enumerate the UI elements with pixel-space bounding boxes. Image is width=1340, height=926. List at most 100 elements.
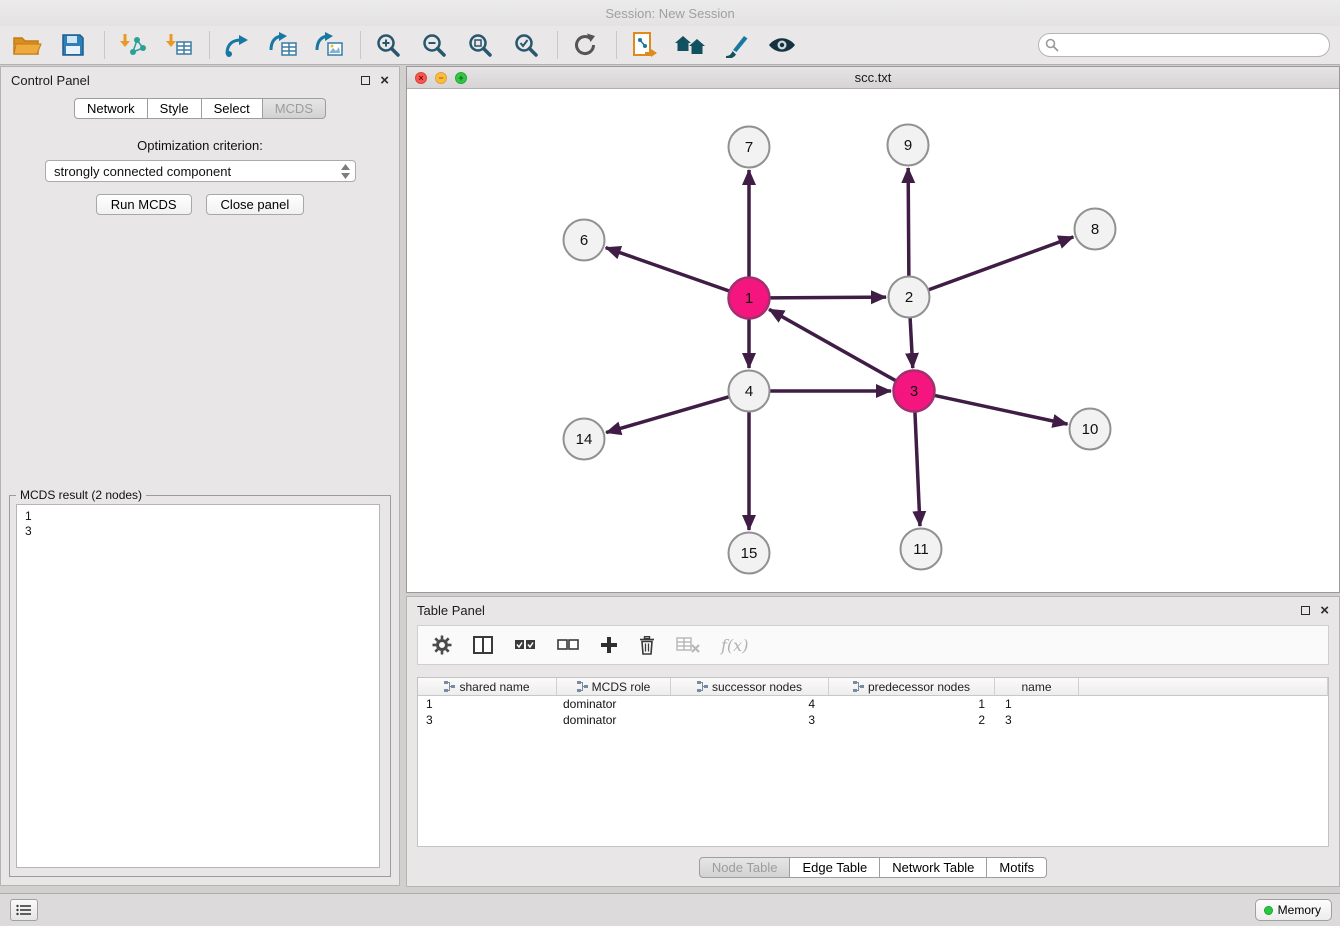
network-node[interactable]: 9: [888, 125, 929, 166]
main-toolbar: [0, 26, 1340, 65]
column-header-mcds-role[interactable]: MCDS role: [557, 678, 671, 696]
floppy-disk-icon: [61, 33, 85, 57]
network-node[interactable]: 4: [729, 371, 770, 412]
tab-mcds[interactable]: MCDS: [263, 98, 326, 119]
export-network-button[interactable]: [220, 28, 254, 62]
select-all-columns-button[interactable]: [514, 639, 536, 651]
column-header-shared-name[interactable]: shared name: [418, 678, 557, 696]
tab-style[interactable]: Style: [148, 98, 202, 119]
network-edge[interactable]: [929, 237, 1074, 290]
trash-icon: [639, 636, 655, 655]
create-column-button[interactable]: [600, 636, 618, 654]
network-node[interactable]: 14: [564, 419, 605, 460]
export-table-button[interactable]: [266, 28, 300, 62]
tab-network-table[interactable]: Network Table: [880, 857, 987, 878]
network-node[interactable]: 15: [729, 533, 770, 574]
optimization-criterion-dropdown[interactable]: strongly connected component: [45, 160, 356, 182]
network-node[interactable]: 11: [901, 529, 942, 570]
open-session-button[interactable]: [10, 28, 44, 62]
show-hide-view-button[interactable]: [765, 28, 799, 62]
tab-edge-table[interactable]: Edge Table: [790, 857, 880, 878]
network-edge[interactable]: [935, 395, 1068, 424]
tab-network[interactable]: Network: [74, 98, 148, 119]
style-button[interactable]: [719, 28, 753, 62]
open-network-in-browser-button[interactable]: [627, 28, 661, 62]
network-node[interactable]: 7: [729, 127, 770, 168]
network-node[interactable]: 10: [1070, 409, 1111, 450]
import-network-button[interactable]: [115, 28, 149, 62]
table-cell[interactable]: 1: [995, 696, 1079, 712]
save-session-button[interactable]: [56, 28, 90, 62]
dropdown-arrows-icon: [340, 163, 351, 183]
network-window-title: scc.txt: [855, 70, 892, 85]
network-graph[interactable]: 7 9 6 8 1 2 4 3 14 10 15 11: [407, 89, 1339, 592]
table-row[interactable]: 3dominator323: [418, 712, 1328, 728]
function-builder-button[interactable]: f(x): [721, 636, 748, 655]
network-edge[interactable]: [910, 318, 913, 368]
network-edge[interactable]: [606, 248, 729, 291]
export-image-icon: [314, 32, 344, 58]
search-box[interactable]: [1038, 33, 1330, 57]
home-button[interactable]: [673, 28, 707, 62]
tab-select[interactable]: Select: [202, 98, 263, 119]
column-header-label: MCDS role: [592, 680, 651, 694]
network-edge[interactable]: [908, 168, 909, 276]
zoom-in-button[interactable]: [371, 28, 405, 62]
deselect-all-columns-button[interactable]: [557, 639, 579, 651]
close-window-icon[interactable]: ×: [415, 72, 427, 84]
apply-layout-button[interactable]: [568, 28, 602, 62]
run-mcds-button[interactable]: Run MCDS: [96, 194, 192, 215]
tab-motifs[interactable]: Motifs: [987, 857, 1047, 878]
network-edge[interactable]: [769, 309, 896, 380]
network-node[interactable]: 8: [1075, 209, 1116, 250]
memory-button[interactable]: Memory: [1255, 899, 1332, 921]
network-node-label: 14: [576, 431, 593, 448]
network-node[interactable]: 1: [729, 278, 770, 319]
network-edge[interactable]: [606, 397, 729, 433]
network-node[interactable]: 6: [564, 220, 605, 261]
network-node[interactable]: 3: [894, 371, 935, 412]
network-canvas[interactable]: 7 9 6 8 1 2 4 3 14 10 15 11: [407, 89, 1339, 592]
network-window-titlebar[interactable]: × − + scc.txt: [407, 67, 1339, 89]
column-header-predecessor-nodes[interactable]: predecessor nodes: [829, 678, 995, 696]
export-image-button[interactable]: [312, 28, 346, 62]
zoom-fit-button[interactable]: [463, 28, 497, 62]
delete-table-button[interactable]: [676, 637, 700, 653]
table-cell[interactable]: dominator: [557, 712, 671, 728]
table-cell[interactable]: 4: [671, 696, 829, 712]
close-panel-button[interactable]: Close panel: [206, 194, 305, 215]
show-columns-button[interactable]: [473, 636, 493, 654]
network-edge[interactable]: [915, 412, 920, 526]
column-header-name[interactable]: name: [995, 678, 1079, 696]
table-settings-button[interactable]: [432, 635, 452, 655]
window-titlebar[interactable]: Session: New Session: [0, 0, 1340, 26]
mcds-result-list[interactable]: 1 3: [16, 504, 380, 868]
network-edge[interactable]: [770, 297, 886, 298]
column-header-successor-nodes[interactable]: successor nodes: [671, 678, 829, 696]
table-cell[interactable]: 3: [995, 712, 1079, 728]
table-cell[interactable]: 2: [829, 712, 995, 728]
float-panel-icon[interactable]: [1301, 606, 1310, 615]
network-node-label: 11: [913, 541, 929, 558]
tab-node-table[interactable]: Node Table: [699, 857, 791, 878]
float-panel-icon[interactable]: [361, 76, 370, 85]
zoom-out-button[interactable]: [417, 28, 451, 62]
network-node[interactable]: 2: [889, 277, 930, 318]
search-input[interactable]: [1038, 33, 1330, 57]
delete-column-button[interactable]: [639, 636, 655, 655]
table-row[interactable]: 1dominator411: [418, 696, 1328, 712]
close-panel-icon[interactable]: ×: [1320, 606, 1329, 615]
table-cell[interactable]: 3: [418, 712, 557, 728]
table-cell[interactable]: 3: [671, 712, 829, 728]
maximize-window-icon[interactable]: +: [455, 72, 467, 84]
task-history-button[interactable]: [10, 899, 38, 921]
table-cell[interactable]: 1: [418, 696, 557, 712]
table-cell[interactable]: 1: [829, 696, 995, 712]
table-cell[interactable]: dominator: [557, 696, 671, 712]
table-cell-filler: [1079, 712, 1328, 728]
column-header-label: shared name: [459, 680, 529, 694]
zoom-selected-button[interactable]: [509, 28, 543, 62]
close-panel-icon[interactable]: ×: [380, 76, 389, 85]
import-table-button[interactable]: [161, 28, 195, 62]
minimize-window-icon[interactable]: −: [435, 72, 447, 84]
